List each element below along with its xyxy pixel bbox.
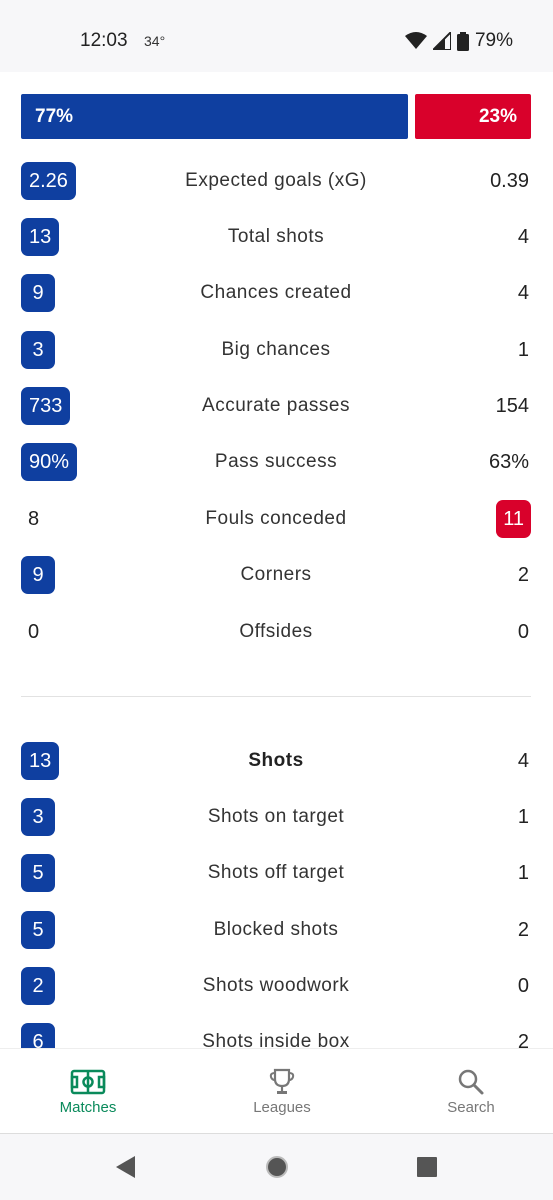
stat-home-value: 5 [21, 911, 55, 949]
trophy-icon [269, 1068, 295, 1094]
stat-row-shots-on-target: 3 Shots on target 1 [21, 798, 531, 836]
stat-home-value: 3 [21, 331, 55, 369]
stat-away-value: 0 [517, 620, 529, 643]
stat-row-pass-success: 90% Pass success 63% [21, 443, 531, 481]
battery-percent: 79% [474, 30, 513, 51]
nav-leagues-label: Leagues [253, 1099, 311, 1116]
section-divider [21, 696, 531, 697]
stat-away-value: 11 [496, 500, 531, 538]
pitch-icon [70, 1069, 106, 1095]
stat-row-xg: 2.26 Expected goals (xG) 0.39 [21, 162, 531, 200]
stat-away-value: 4 [517, 225, 529, 248]
status-time: 12:03 [80, 30, 128, 51]
nav-search-label: Search [447, 1099, 495, 1116]
stat-label: Shots off target [207, 862, 345, 883]
stat-home-value: 9 [21, 556, 55, 594]
wifi-icon [404, 32, 427, 49]
stat-home-value: 733 [21, 387, 71, 425]
stat-label: Total shots [227, 226, 325, 247]
possession-away-value: 23% [478, 105, 517, 127]
stat-row-fouls-conceded: 8 Fouls conceded 11 [21, 500, 531, 538]
nav-matches-label: Matches [59, 1099, 117, 1116]
stat-label: Big chances [221, 339, 331, 360]
stat-away-value: 4 [517, 281, 529, 304]
stat-away-value: 1 [517, 338, 529, 361]
stat-home-value: 9 [21, 274, 55, 312]
stat-label: Shots woodwork [202, 975, 350, 996]
stat-label: Accurate passes [202, 395, 350, 416]
stat-away-value: 2 [517, 918, 529, 941]
nav-leagues[interactable]: Leagues [222, 1067, 342, 1116]
stat-home-value: 8 [28, 507, 40, 530]
stat-away-value: 63% [488, 450, 529, 473]
stat-row-offsides: 0 Offsides 0 [21, 613, 531, 651]
stat-away-value: 0 [517, 974, 529, 997]
cell-signal-icon [432, 32, 451, 50]
status-temperature: 34° [144, 33, 166, 49]
stat-home-value: 3 [21, 798, 55, 836]
match-stats-content[interactable]: 77% 23% 2.26 Expected goals (xG) 0.39 13… [0, 72, 553, 1048]
stat-row-corners: 9 Corners 2 [21, 556, 531, 594]
stat-away-value: 1 [517, 805, 529, 828]
home-icon[interactable] [264, 1154, 290, 1180]
stat-label: Shots inside box [202, 1031, 350, 1048]
stat-row-blocked-shots: 5 Blocked shots 2 [21, 911, 531, 949]
recents-icon[interactable] [416, 1156, 438, 1178]
stat-row-shots-header: 13 Shots 4 [21, 742, 531, 780]
stat-label: Chances created [200, 282, 352, 303]
stat-row-shots-off-target: 5 Shots off target 1 [21, 854, 531, 892]
stat-home-value: 0 [28, 620, 40, 643]
stat-home-value: 2.26 [21, 162, 76, 200]
possession-bar: 77% 23% [21, 94, 531, 139]
stat-label: Corners [240, 564, 312, 585]
status-bar: 12:03 34° 79% [0, 0, 553, 72]
stat-row-big-chances: 3 Big chances 1 [21, 331, 531, 369]
stat-home-value: 13 [21, 742, 60, 780]
system-navigation-bar [0, 1134, 553, 1200]
section-title: Shots [248, 750, 304, 771]
back-icon[interactable] [115, 1155, 137, 1179]
stat-label: Offsides [239, 621, 313, 642]
stat-row-shots-woodwork: 2 Shots woodwork 0 [21, 967, 531, 1005]
stat-home-value: 90% [21, 443, 78, 481]
stat-away-value: 0.39 [490, 169, 529, 192]
stat-row-total-shots: 13 Total shots 4 [21, 218, 531, 256]
stat-away-value: 154 [495, 394, 529, 417]
stat-label: Blocked shots [213, 919, 339, 940]
stat-home-value: 13 [21, 218, 60, 256]
stat-row-chances-created: 9 Chances created 4 [21, 274, 531, 312]
battery-icon [456, 31, 469, 51]
stat-away-value: 1 [517, 861, 529, 884]
bottom-navigation: Matches Leagues Search [0, 1048, 553, 1134]
status-icons: 79% [404, 30, 513, 52]
stat-row-shots-inside-box: 6 Shots inside box 2 [21, 1023, 531, 1048]
stat-home-value: 2 [21, 967, 55, 1005]
stat-away-value: 2 [517, 1030, 529, 1049]
stat-away-value: 2 [517, 563, 529, 586]
possession-home: 77% [21, 94, 408, 139]
nav-search[interactable]: Search [411, 1067, 531, 1116]
stat-label: Fouls conceded [205, 508, 347, 529]
stat-label: Pass success [214, 451, 338, 472]
stat-home-value: 6 [21, 1023, 55, 1048]
possession-home-value: 77% [35, 105, 74, 127]
nav-matches[interactable]: Matches [28, 1067, 148, 1116]
search-icon [458, 1069, 484, 1095]
stat-away-value: 4 [517, 749, 529, 772]
stat-label: Expected goals (xG) [185, 170, 367, 191]
possession-away: 23% [415, 94, 531, 139]
stat-home-value: 5 [21, 854, 55, 892]
stat-label: Shots on target [207, 806, 345, 827]
stat-row-accurate-passes: 733 Accurate passes 154 [21, 387, 531, 425]
